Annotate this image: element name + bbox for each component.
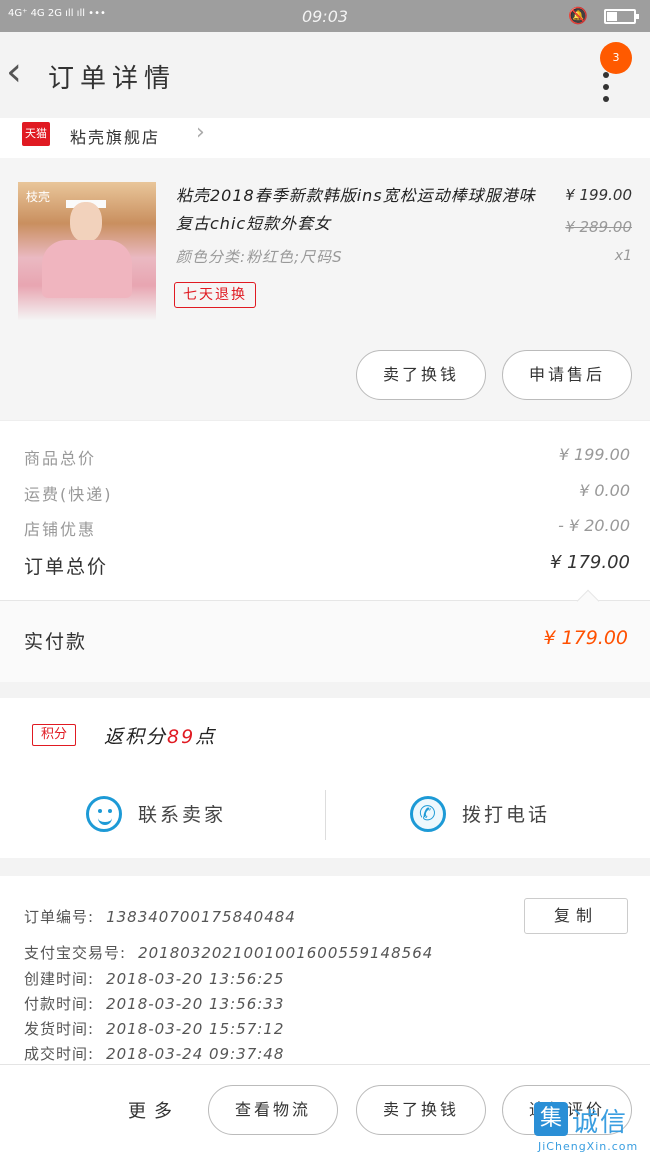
points-and-contact: 积分 返积分89点 联系卖家 拨打电话 [0, 698, 650, 858]
order-number-label: 订单编号: [24, 908, 95, 926]
paid-time-label: 付款时间: [24, 995, 95, 1013]
product-title[interactable]: 粘壳2018春季新款韩版ins宽松运动棒球服港味复古chic短款外套女 [176, 182, 546, 238]
phone-icon [410, 796, 446, 832]
status-bar: 4G⁺ 4G 2G ıll ıll ••• 09:03 🔕 [0, 0, 650, 32]
discount-label: 店铺优惠 [24, 520, 97, 539]
shipping-row: 运费(快递) ¥ 0.00 [24, 481, 630, 511]
created-time-label: 创建时间: [24, 970, 95, 988]
completed-time: 成交时间: 2018-03-24 09:37:48 [24, 1043, 284, 1064]
watermark-logo: 集 诚信 JiChengXin.com [534, 1102, 650, 1155]
order-number-value: 138340700175840484 [106, 908, 296, 926]
goods-total-value: ¥ 199.00 [558, 445, 630, 464]
paid-time: 付款时间: 2018-03-20 13:56:33 [24, 993, 284, 1014]
order-number: 订单编号: 138340700175840484 [24, 906, 296, 927]
shipped-time: 发货时间: 2018-03-20 15:57:12 [24, 1018, 284, 1039]
watermark-url: JiChengXin.com [538, 1140, 639, 1153]
call-phone-button[interactable]: 拨打电话 [410, 796, 610, 836]
return-policy-tag: 七天退换 [174, 282, 256, 308]
status-time: 09:03 [301, 7, 349, 26]
goods-total-label: 商品总价 [24, 449, 97, 468]
discount-value: - ¥ 20.00 [558, 516, 630, 535]
contact-divider [325, 790, 326, 840]
contact-seller-label: 联系卖家 [138, 804, 227, 826]
order-total-value: ¥ 179.00 [549, 552, 630, 573]
order-info: 订单编号: 138340700175840484 复制 支付宝交易号: 201803… [0, 876, 650, 1066]
goods-total-row: 商品总价 ¥ 199.00 [24, 445, 630, 475]
shipped-time-value: 2018-03-20 15:57:12 [106, 1020, 285, 1038]
shipping-label: 运费(快递) [24, 485, 113, 504]
shipping-value: ¥ 0.00 [579, 481, 630, 500]
points-badge: 积分 [32, 724, 76, 746]
product-card[interactable]: 枝壳 粘壳2018春季新款韩版ins宽松运动棒球服港味复古chic短款外套女 颜… [0, 158, 650, 420]
page-header: ‹ 订单详情 3 [0, 32, 650, 118]
discount-row: 店铺优惠 - ¥ 20.00 [24, 516, 630, 546]
created-time: 创建时间: 2018-03-20 13:56:25 [24, 968, 284, 989]
order-total-row: 订单总价 ¥ 179.00 [24, 552, 630, 582]
mute-bell-icon: 🔕 [568, 6, 588, 25]
sell-again-button[interactable]: 卖了换钱 [356, 1085, 486, 1135]
chat-smiley-icon [86, 796, 122, 832]
notification-badge[interactable]: 3 [600, 42, 632, 74]
created-time-value: 2018-03-20 13:56:25 [106, 970, 285, 988]
order-total-label: 订单总价 [24, 556, 109, 578]
more-actions-button[interactable]: 更多 [128, 1097, 180, 1123]
actual-payment-label: 实付款 [24, 631, 88, 653]
paid-time-value: 2018-03-20 13:56:33 [106, 995, 285, 1013]
tmall-logo-icon: 天猫 [22, 122, 50, 146]
product-price: ¥ 199.00 [565, 186, 632, 204]
battery-icon [604, 9, 639, 24]
aftersale-button[interactable]: 申请售后 [502, 350, 632, 400]
copy-button[interactable]: 复制 [524, 898, 628, 934]
watermark-text: 诚信 [572, 1108, 629, 1138]
points-text: 返积分89点 [104, 722, 216, 749]
watermark-mark: 集 [534, 1102, 568, 1136]
shipped-time-label: 发货时间: [24, 1020, 95, 1038]
contact-seller-button[interactable]: 联系卖家 [86, 796, 286, 836]
shop-name[interactable]: 粘壳旗舰店 [70, 124, 160, 148]
product-image[interactable]: 枝壳 [18, 182, 156, 320]
actual-payment-row: 实付款 ¥ 179.00 [0, 589, 650, 682]
view-logistics-button[interactable]: 查看物流 [208, 1085, 338, 1135]
product-sku: 颜色分类:粉红色;尺码S [176, 248, 343, 266]
alipay-number-value: 2018032021001001600559148564 [138, 944, 434, 962]
points-prefix: 返积分 [104, 726, 168, 748]
back-arrow-icon[interactable]: ‹ [6, 52, 36, 96]
page-title: 订单详情 [48, 64, 177, 94]
completed-time-value: 2018-03-24 09:37:48 [106, 1045, 285, 1063]
actual-payment-value: ¥ 179.00 [543, 627, 628, 649]
sell-button[interactable]: 卖了换钱 [356, 350, 486, 400]
product-original-price: ¥ 289.00 [565, 218, 632, 236]
points-value: 89 [167, 726, 196, 748]
alipay-number: 支付宝交易号: 2018032021001001600559148564 [24, 942, 433, 963]
call-phone-label: 拨打电话 [462, 804, 551, 826]
chevron-right-icon: › [196, 120, 205, 145]
product-image-logo: 枝壳 [26, 190, 51, 204]
price-summary: 商品总价 ¥ 199.00 运费(快递) ¥ 0.00 店铺优惠 - ¥ 20.… [0, 420, 650, 600]
shop-row[interactable]: 天猫 粘壳旗舰店 › [0, 118, 650, 158]
alipay-number-label: 支付宝交易号: [24, 944, 127, 962]
points-suffix: 点 [195, 726, 217, 748]
more-menu-icon[interactable] [600, 72, 612, 108]
completed-time-label: 成交时间: [24, 1045, 95, 1063]
product-quantity: x1 [614, 248, 632, 264]
